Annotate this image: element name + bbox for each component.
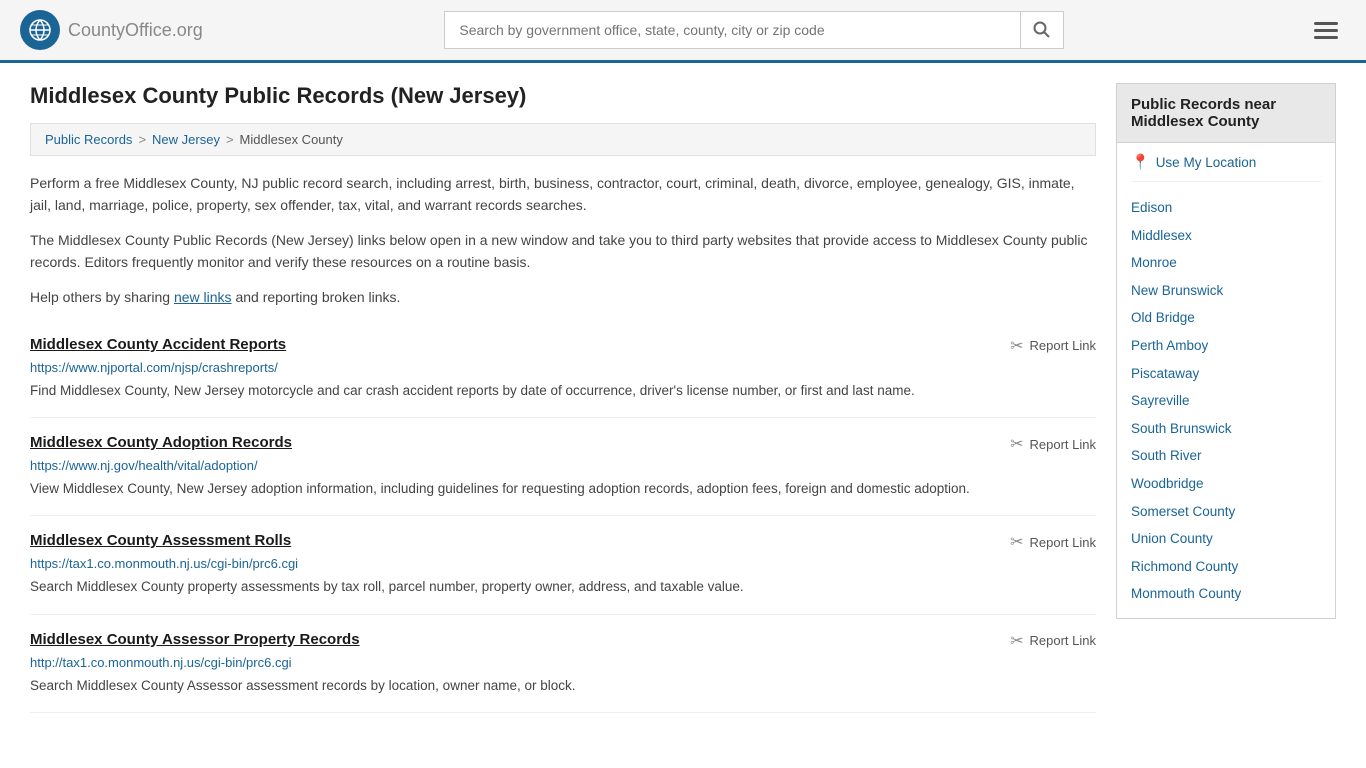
record-header: Middlesex County Accident Reports ✂ Repo…	[30, 336, 1096, 356]
report-link-icon: ✂	[1010, 631, 1023, 651]
sidebar: Public Records near Middlesex County 📍 U…	[1116, 83, 1336, 713]
breadcrumb-public-records[interactable]: Public Records	[45, 132, 132, 147]
report-link-label: Report Link	[1030, 338, 1096, 353]
report-link-label: Report Link	[1030, 535, 1096, 550]
record-description: Find Middlesex County, New Jersey motorc…	[30, 381, 1096, 401]
logo-icon	[20, 10, 60, 50]
sidebar-item[interactable]: Woodbridge	[1131, 470, 1321, 498]
logo-text: CountyOffice.org	[68, 20, 203, 41]
record-title[interactable]: Middlesex County Assessment Rolls	[30, 532, 291, 549]
sidebar-item[interactable]: Monroe	[1131, 249, 1321, 277]
logo-area: CountyOffice.org	[20, 10, 203, 50]
sidebar-item[interactable]: Middlesex	[1131, 222, 1321, 250]
sidebar-item[interactable]: Sayreville	[1131, 387, 1321, 415]
record-header: Middlesex County Adoption Records ✂ Repo…	[30, 434, 1096, 454]
record-title[interactable]: Middlesex County Accident Reports	[30, 336, 286, 353]
new-links-link[interactable]: new links	[174, 289, 232, 305]
sidebar-item[interactable]: New Brunswick	[1131, 277, 1321, 305]
sidebar-content: 📍 Use My Location EdisonMiddlesexMonroeN…	[1116, 143, 1336, 619]
report-link-btn[interactable]: ✂ Report Link	[1010, 434, 1096, 454]
sidebar-item[interactable]: Union County	[1131, 525, 1321, 553]
hamburger-icon	[1314, 22, 1338, 39]
record-title[interactable]: Middlesex County Assessor Property Recor…	[30, 631, 360, 648]
record-item: Middlesex County Accident Reports ✂ Repo…	[30, 320, 1096, 418]
record-url[interactable]: https://tax1.co.monmouth.nj.us/cgi-bin/p…	[30, 556, 1096, 571]
content-area: Middlesex County Public Records (New Jer…	[30, 83, 1096, 713]
sidebar-item[interactable]: South Brunswick	[1131, 415, 1321, 443]
record-url[interactable]: https://www.njportal.com/njsp/crashrepor…	[30, 360, 1096, 375]
sidebar-item[interactable]: Richmond County	[1131, 553, 1321, 581]
record-url[interactable]: http://tax1.co.monmouth.nj.us/cgi-bin/pr…	[30, 655, 1096, 670]
sidebar-item[interactable]: Old Bridge	[1131, 304, 1321, 332]
record-url[interactable]: https://www.nj.gov/health/vital/adoption…	[30, 458, 1096, 473]
record-header: Middlesex County Assessment Rolls ✂ Repo…	[30, 532, 1096, 552]
main-container: Middlesex County Public Records (New Jer…	[0, 63, 1366, 733]
sidebar-item[interactable]: South River	[1131, 442, 1321, 470]
record-title[interactable]: Middlesex County Adoption Records	[30, 434, 292, 451]
record-description: Search Middlesex County Assessor assessm…	[30, 676, 1096, 696]
sidebar-item[interactable]: Edison	[1131, 194, 1321, 222]
use-my-location-link[interactable]: Use My Location	[1156, 155, 1257, 170]
sidebar-header: Public Records near Middlesex County	[1116, 83, 1336, 143]
record-description: View Middlesex County, New Jersey adopti…	[30, 479, 1096, 499]
records-container: Middlesex County Accident Reports ✂ Repo…	[30, 320, 1096, 713]
sidebar-item[interactable]: Piscataway	[1131, 360, 1321, 388]
report-link-label: Report Link	[1030, 633, 1096, 648]
page-title: Middlesex County Public Records (New Jer…	[30, 83, 1096, 109]
report-link-btn[interactable]: ✂ Report Link	[1010, 336, 1096, 356]
breadcrumb-sep-1: >	[138, 132, 146, 147]
search-area	[444, 11, 1064, 49]
location-icon: 📍	[1131, 153, 1150, 171]
breadcrumb-new-jersey[interactable]: New Jersey	[152, 132, 220, 147]
description-2: The Middlesex County Public Records (New…	[30, 229, 1096, 274]
record-header: Middlesex County Assessor Property Recor…	[30, 631, 1096, 651]
menu-button[interactable]	[1306, 18, 1346, 43]
header: CountyOffice.org	[0, 0, 1366, 63]
record-description: Search Middlesex County property assessm…	[30, 577, 1096, 597]
search-button[interactable]	[1020, 11, 1064, 49]
description-3: Help others by sharing new links and rep…	[30, 286, 1096, 308]
sidebar-location: 📍 Use My Location	[1131, 153, 1321, 182]
breadcrumb-sep-2: >	[226, 132, 234, 147]
description-1: Perform a free Middlesex County, NJ publ…	[30, 172, 1096, 217]
report-link-btn[interactable]: ✂ Report Link	[1010, 532, 1096, 552]
report-link-icon: ✂	[1010, 434, 1023, 454]
record-item: Middlesex County Assessment Rolls ✂ Repo…	[30, 516, 1096, 614]
sidebar-item[interactable]: Monmouth County	[1131, 580, 1321, 608]
sidebar-item[interactable]: Somerset County	[1131, 498, 1321, 526]
record-item: Middlesex County Assessor Property Recor…	[30, 615, 1096, 713]
search-input[interactable]	[444, 11, 1020, 49]
breadcrumb: Public Records > New Jersey > Middlesex …	[30, 123, 1096, 156]
sidebar-links-container: EdisonMiddlesexMonroeNew BrunswickOld Br…	[1131, 194, 1321, 608]
report-link-icon: ✂	[1010, 336, 1023, 356]
report-link-icon: ✂	[1010, 532, 1023, 552]
record-item: Middlesex County Adoption Records ✂ Repo…	[30, 418, 1096, 516]
breadcrumb-current: Middlesex County	[240, 132, 343, 147]
sidebar-item[interactable]: Perth Amboy	[1131, 332, 1321, 360]
report-link-btn[interactable]: ✂ Report Link	[1010, 631, 1096, 651]
report-link-label: Report Link	[1030, 437, 1096, 452]
